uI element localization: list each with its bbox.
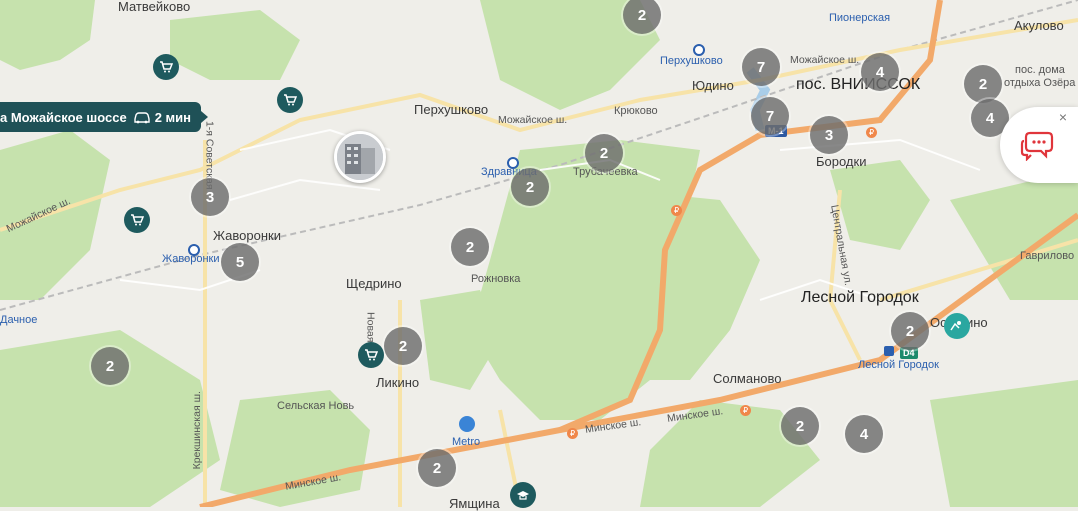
place-label: пос. дома (1015, 64, 1065, 76)
listing-cluster[interactable]: 3 (191, 178, 229, 216)
listing-cluster[interactable]: 7 (742, 48, 780, 86)
close-icon[interactable]: × (1056, 110, 1070, 124)
chat-icon[interactable] (1020, 129, 1054, 161)
toll-icon: ₽ (567, 428, 578, 439)
place-label: Лесной Городок (801, 289, 919, 306)
toll-icon: ₽ (740, 405, 751, 416)
place-label: Бородки (816, 154, 867, 169)
train-station-icon (884, 346, 894, 356)
place-label: пос. ВНИИССОК (796, 76, 921, 93)
listing-cluster[interactable]: 2 (451, 228, 489, 266)
listing-cluster[interactable]: 2 (511, 168, 549, 206)
listing-cluster[interactable]: 5 (221, 243, 259, 281)
place-label: Крюково (614, 105, 658, 117)
listing-cluster[interactable]: 7 (751, 97, 789, 135)
car-icon (133, 112, 150, 124)
school-icon[interactable] (510, 482, 536, 508)
place-label: отдыха Озёра (1004, 77, 1076, 89)
place-label: Ямщина (449, 496, 500, 511)
train-station-icon (507, 157, 519, 169)
listing-cluster[interactable]: 4 (845, 415, 883, 453)
route-duration: 2 мин (133, 110, 191, 125)
place-label: Юдино (692, 78, 734, 93)
station-label: Жаворонки (162, 253, 220, 265)
listing-cluster[interactable]: 2 (418, 449, 456, 487)
station-label: Пионерская (829, 12, 891, 24)
place-label: Рожновка (471, 273, 521, 285)
place-label: Сельская Новь (277, 400, 355, 412)
street-label: Можайское ш. (790, 54, 860, 66)
shop-cart-icon[interactable] (124, 207, 150, 233)
listing-cluster[interactable]: 2 (891, 312, 929, 350)
route-duration-text: 2 мин (154, 109, 191, 125)
street-label: Можайское ш. (498, 114, 568, 126)
place-label: Акулово (1014, 18, 1064, 33)
street-label: Новая (364, 312, 377, 343)
listing-cluster[interactable]: 2 (964, 65, 1002, 103)
station-label: Лесной Городок (858, 359, 939, 371)
listing-cluster[interactable]: 2 (91, 347, 129, 385)
street-label: Крекшинская ш. (190, 391, 203, 470)
metro-store-icon[interactable] (459, 416, 475, 432)
toll-icon: ₽ (866, 127, 877, 138)
place-label: Жаворонки (213, 228, 281, 243)
place-label: Солманово (713, 371, 782, 386)
property-photo-marker[interactable] (334, 131, 386, 183)
pool-icon[interactable] (944, 313, 970, 339)
route-tooltip-text: а Можайское шоссе (0, 109, 127, 125)
shop-cart-icon[interactable] (153, 54, 179, 80)
route-tooltip[interactable]: а Можайское шоссе 2 мин (0, 102, 208, 132)
train-station-icon (693, 44, 705, 56)
place-label: Матвейково (118, 0, 191, 14)
toll-icon: ₽ (671, 205, 682, 216)
place-label: Гаврилово (1020, 250, 1075, 262)
station-label: Перхушково (660, 55, 723, 67)
place-label: Ликино (376, 375, 420, 390)
shop-cart-icon[interactable] (277, 87, 303, 113)
listing-cluster[interactable]: 4 (861, 53, 899, 91)
listing-cluster[interactable]: 2 (585, 134, 623, 172)
place-label: Перхушково (414, 102, 489, 117)
place-label: Щедрино (346, 276, 402, 291)
shop-cart-icon[interactable] (358, 342, 384, 368)
listing-cluster[interactable]: 2 (384, 327, 422, 365)
station-label: Дачное (0, 314, 38, 326)
poi-label: Metro (452, 436, 481, 448)
listing-cluster[interactable]: 2 (781, 407, 819, 445)
listing-cluster[interactable]: 3 (810, 116, 848, 154)
train-station-icon (188, 244, 200, 256)
